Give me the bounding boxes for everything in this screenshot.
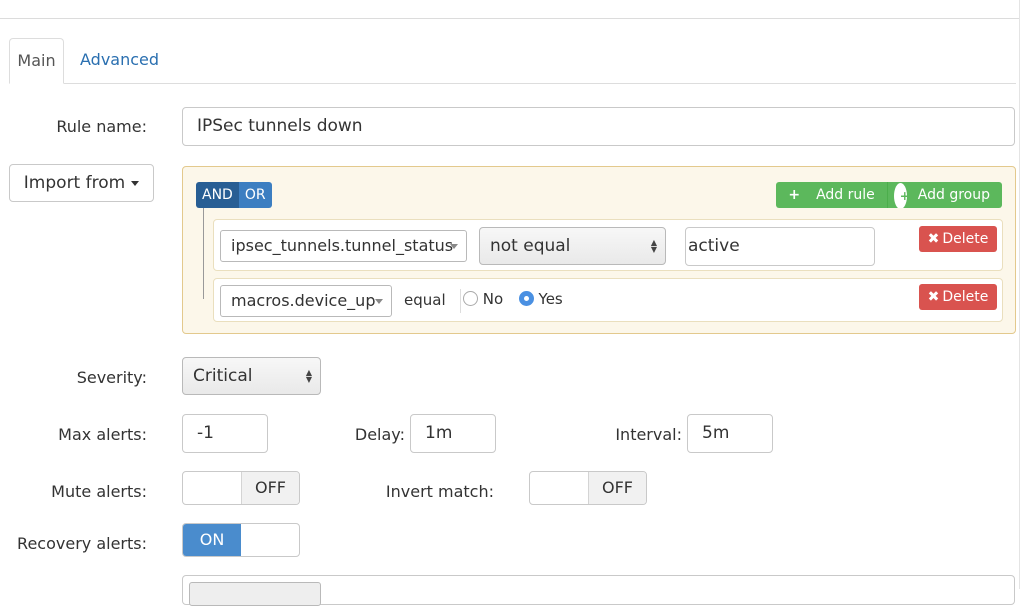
import-from-label: Import from — [23, 173, 126, 193]
toggle-off-state: OFF — [588, 472, 646, 504]
recovery-alerts-label: Recovery alerts: — [17, 534, 147, 553]
next-field-container[interactable] — [182, 575, 1015, 606]
mute-alerts-toggle[interactable]: OFF — [182, 471, 300, 505]
tab-main[interactable]: Main — [9, 38, 64, 84]
caret-down-icon — [131, 180, 140, 186]
radio-yes[interactable] — [518, 291, 534, 306]
tab-bar: Main Advanced — [9, 38, 1016, 84]
condition-toggle: AND OR — [196, 182, 272, 208]
rule-connector-line — [203, 208, 204, 299]
add-rule-button[interactable]: + Add rule — [776, 182, 886, 208]
toggle-off-state: OFF — [241, 472, 299, 504]
next-field-control[interactable] — [189, 582, 321, 606]
sort-arrows-icon: ▲ ▼ — [650, 238, 657, 254]
severity-select[interactable]: Critical ▲ ▼ — [182, 357, 321, 395]
delay-input[interactable]: 1m — [410, 414, 496, 453]
group-actions: + Add rule + Add group — [776, 182, 1002, 208]
invert-match-label: Invert match: — [385, 482, 494, 501]
delay-label: Delay: — [354, 425, 405, 444]
radio-yes-label: Yes — [538, 290, 563, 308]
radio-group: No Yes — [463, 290, 563, 308]
right-divider — [1019, 0, 1020, 589]
and-button[interactable]: AND — [196, 182, 239, 208]
tab-advanced[interactable]: Advanced — [68, 38, 171, 84]
rule-row: ipsec_tunnels.tunnel_status not equal ▲ ▼… — [213, 219, 1003, 271]
interval-label: Interval: — [615, 425, 682, 444]
rule-name-input[interactable]: IPSec tunnels down — [182, 107, 1015, 146]
rule-operator-select[interactable]: not equal ▲ ▼ — [479, 227, 666, 265]
rule-name-label: Rule name: — [56, 117, 147, 136]
top-divider — [0, 18, 1020, 19]
radio-no-label: No — [482, 290, 504, 308]
plus-circle-icon: + — [893, 183, 910, 208]
interval-input[interactable]: 5m — [687, 414, 773, 453]
rule-field-value: ipsec_tunnels.tunnel_status — [231, 236, 454, 255]
plus-icon: + — [788, 187, 801, 203]
add-rule-label: Add rule — [816, 187, 875, 203]
max-alerts-label: Max alerts: — [58, 425, 147, 444]
toggle-on-state: ON — [183, 524, 241, 556]
rule-operator-value: not equal — [490, 236, 571, 256]
rule-operator-text: equal — [404, 291, 446, 309]
severity-value: Critical — [193, 366, 253, 386]
rule-field-select[interactable]: macros.device_up — [220, 285, 392, 317]
add-group-button[interactable]: + Add group — [886, 182, 1002, 208]
query-builder-group: AND OR + Add rule + Add group ipsec_tunnels.… — [182, 166, 1016, 334]
import-from-button[interactable]: Import from — [9, 164, 154, 202]
rule-field-select[interactable]: ipsec_tunnels.tunnel_status — [220, 230, 467, 262]
sort-arrows-icon: ▲ ▼ — [305, 368, 312, 384]
severity-label: Severity: — [76, 368, 147, 387]
recovery-alerts-toggle[interactable]: ON — [182, 523, 300, 557]
delete-rule-button[interactable]: ✖ Delete — [919, 284, 997, 310]
divider — [460, 289, 461, 313]
add-group-label: Add group — [917, 187, 990, 203]
rule-value-input[interactable]: active — [685, 227, 875, 266]
delete-rule-button[interactable]: ✖ Delete — [919, 226, 997, 252]
rule-field-value: macros.device_up — [231, 291, 376, 310]
radio-no[interactable] — [463, 291, 478, 306]
delete-label: Delete — [942, 231, 989, 247]
delete-label: Delete — [942, 289, 989, 305]
invert-match-toggle[interactable]: OFF — [529, 471, 647, 505]
x-icon: ✖ — [927, 289, 940, 305]
chevron-down-icon — [450, 244, 458, 249]
max-alerts-input[interactable]: -1 — [182, 414, 268, 453]
or-button[interactable]: OR — [238, 182, 272, 208]
x-icon: ✖ — [927, 231, 940, 247]
mute-alerts-label: Mute alerts: — [51, 482, 147, 501]
rule-row: macros.device_up equal No Yes ✖ Delete — [213, 278, 1003, 322]
chevron-down-icon — [375, 299, 383, 304]
